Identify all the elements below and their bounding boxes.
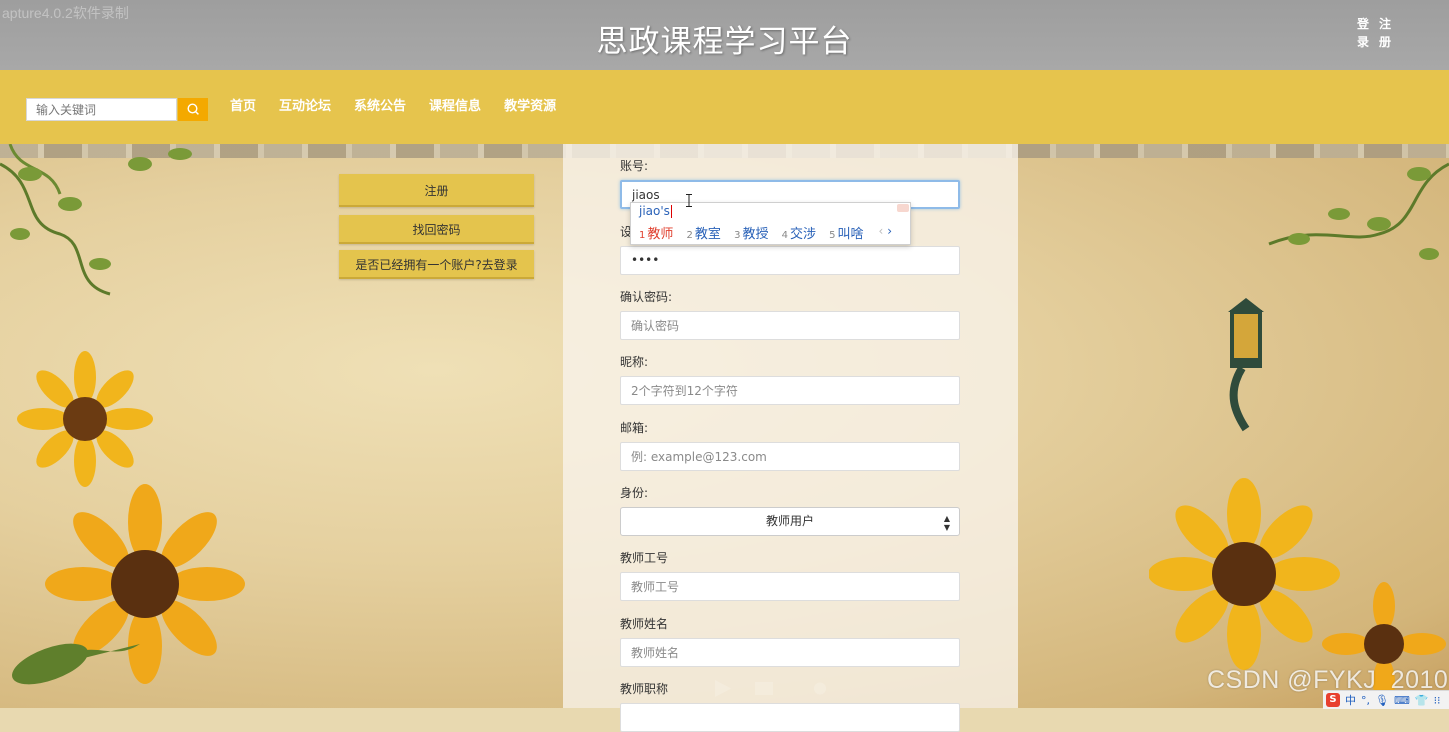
ime-logo-icon [897,204,909,212]
teacher-id-label: 教师工号 [620,551,669,565]
search-icon [187,103,199,115]
teacher-title-input[interactable] [620,703,960,732]
shirt-icon[interactable]: 👕 [1415,694,1429,707]
ime-prev-page-button[interactable]: ‹ [879,224,884,238]
ime-candidate-5[interactable]: 5 叫啥 [829,227,863,242]
ime-candidate-4[interactable]: 4 交涉 [782,227,816,242]
password-input[interactable]: •••• [620,246,960,275]
email-label: 邮箱: [620,421,649,435]
login-link[interactable]: 登录 [1357,15,1371,51]
ime-caret [670,205,672,218]
sunflower-decoration-left [0,144,245,685]
nickname-input[interactable] [620,376,960,405]
text-cursor-icon [686,194,692,207]
find-password-button[interactable]: 找回密码 [339,215,534,244]
search-input[interactable] [26,98,177,121]
go-login-button[interactable]: 是否已经拥有一个账户?去登录 [339,250,534,279]
register-tab-button[interactable]: 注册 [339,174,534,207]
nav-item-home[interactable]: 首页 [230,98,256,118]
select-arrows-icon: ▲ ▼ [943,514,950,532]
ime-language-indicator[interactable]: 中 [1345,692,1356,708]
grid-icon[interactable]: ⁝⁝ [1434,694,1441,707]
nav-item-resources[interactable]: 教学资源 [504,98,556,118]
sunflower-decoration-right [1149,162,1449,706]
ime-composition: jiao's [639,204,672,218]
site-title: 思政课程学习平台 [596,24,853,60]
identity-label: 身份: [620,486,649,500]
teacher-id-input[interactable] [620,572,960,601]
nav-bar: 首页 互动论坛 系统公告 课程信息 教学资源 [0,70,1449,144]
header-bar: apture4.0.2软件录制 思政课程学习平台 登录 注册 [0,0,1449,70]
teacher-name-label: 教师姓名 [620,617,669,631]
video-controls-ghost [715,680,826,697]
ime-pager: ‹ › [879,224,892,238]
identity-select-value: 教师用户 [765,514,814,528]
lantern-decoration [1228,298,1264,432]
nickname-label: 昵称: [620,355,649,369]
ime-candidate-3[interactable]: 3 教授 [734,227,768,242]
nav-item-announcements[interactable]: 系统公告 [354,98,406,118]
keyboard-icon[interactable]: ⌨ [1394,694,1410,707]
identity-select[interactable]: 教师用户 ▲ ▼ [620,507,960,536]
nav-item-courses[interactable]: 课程信息 [429,98,481,118]
nav-item-forum[interactable]: 互动论坛 [279,98,331,118]
confirm-password-label: 确认密码: [620,290,673,304]
confirm-password-input[interactable] [620,311,960,340]
search-button[interactable] [178,98,208,121]
ime-candidate-2[interactable]: 2 教室 [687,227,721,242]
email-input[interactable] [620,442,960,471]
microphone-icon[interactable]: 🎙 [1375,694,1389,707]
ime-candidates: 1 教师 2 教室 3 教授 4 交涉 5 叫啥 [639,223,873,242]
account-label: 账号: [620,159,649,173]
register-link[interactable]: 注册 [1379,15,1393,51]
sogou-ime-icon[interactable]: S [1326,693,1340,707]
ime-candidate-1[interactable]: 1 教师 [639,227,673,242]
ime-candidate-popup: jiao's 1 教师 2 教室 3 教授 4 交涉 5 叫啥 ‹ › [630,202,911,245]
system-tray: S 中 °, 🎙 ⌨ 👕 ⁝⁝ [1323,690,1449,709]
ime-next-page-button[interactable]: › [887,224,892,238]
teacher-name-input[interactable] [620,638,960,667]
ime-punct-indicator[interactable]: °, [1361,694,1370,707]
nav-menu: 首页 互动论坛 系统公告 课程信息 教学资源 [230,98,579,118]
